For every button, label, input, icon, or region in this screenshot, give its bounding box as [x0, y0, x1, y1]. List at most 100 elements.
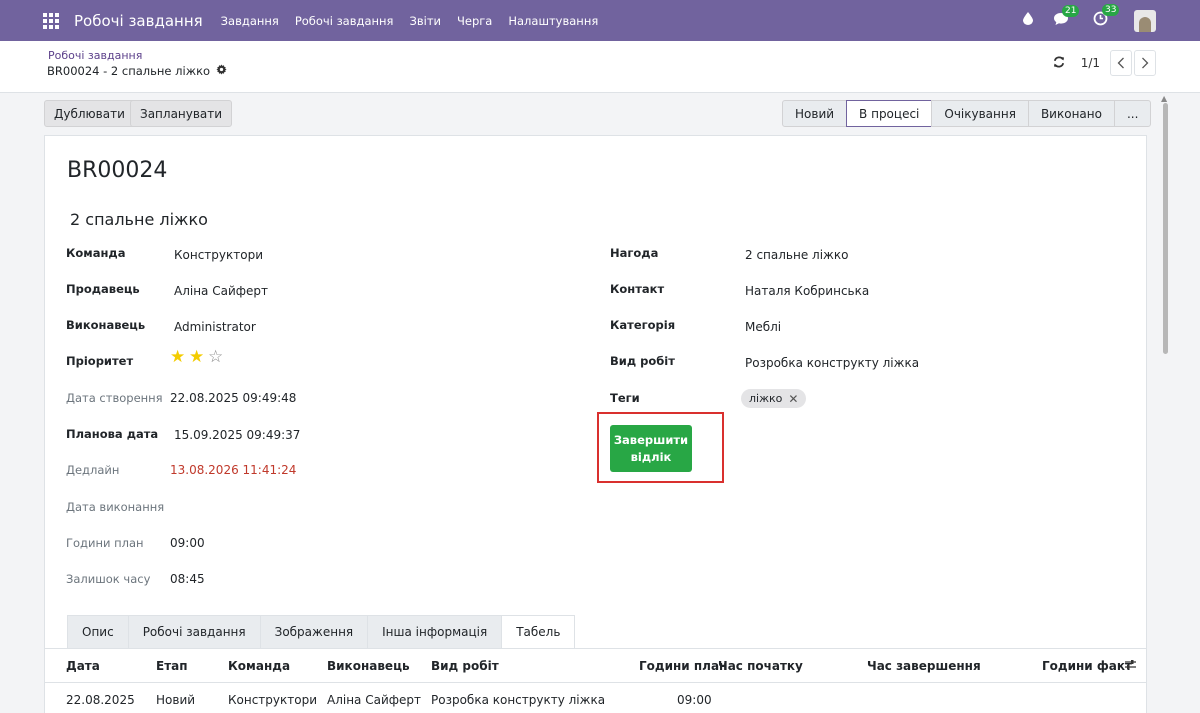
planned-hours-label: Години план [66, 536, 144, 550]
pager-previous-button[interactable] [1110, 50, 1132, 76]
tab-other-info[interactable]: Інша інформація [367, 615, 503, 649]
record-code: BR00024 [67, 158, 168, 183]
pager-value[interactable]: 1/1 [1081, 56, 1100, 70]
drop-icon[interactable] [1023, 12, 1033, 29]
menu-item-settings[interactable]: Налаштування [508, 14, 598, 28]
column-header-work-type[interactable]: Вид робіт [431, 659, 499, 673]
column-header-date[interactable]: Дата [66, 659, 100, 673]
breadcrumb-current: BR00024 - 2 спальне ліжко [47, 64, 227, 78]
tab-images[interactable]: Зображення [259, 615, 369, 649]
breadcrumb-parent[interactable]: Робочі завдання [48, 49, 142, 62]
contact-value[interactable]: Наталя Кобринська [745, 284, 869, 298]
pager-next-button[interactable] [1134, 50, 1156, 76]
navbar-systray: 21 33 [1023, 0, 1200, 41]
tabs-divider [45, 648, 1146, 649]
column-header-start-time[interactable]: Час початку [718, 659, 803, 673]
control-panel: Робочі завдання BR00024 - 2 спальне ліжк… [0, 41, 1200, 93]
table-cell-work-type[interactable]: Розробка конструкту ліжка [431, 693, 605, 707]
assignee-label: Виконавець [66, 318, 146, 332]
duplicate-button[interactable]: Дублювати [44, 100, 135, 127]
remaining-time-value: 08:45 [170, 572, 205, 586]
refresh-icon[interactable] [1053, 56, 1065, 71]
column-settings-icon[interactable] [1124, 658, 1137, 674]
table-cell-date[interactable]: 22.08.2025 [66, 693, 135, 707]
activity-badge: 33 [1102, 4, 1120, 16]
gear-icon[interactable] [216, 64, 227, 78]
priority-star-2-icon[interactable]: ★ [189, 347, 204, 367]
priority-star-1-icon[interactable]: ★ [170, 347, 185, 367]
action-bar: Дублювати Запланувати Новий В процесі Оч… [0, 94, 1160, 134]
activity-clock-icon[interactable]: 33 [1093, 4, 1120, 30]
table-cell-assignee[interactable]: Аліна Сайферт [327, 693, 421, 707]
chat-icon[interactable]: 21 [1053, 4, 1080, 30]
created-date-value: 22.08.2025 09:49:48 [170, 391, 297, 405]
remaining-time-label: Залишок часу [66, 572, 151, 586]
table-cell-stage[interactable]: Новий [156, 693, 195, 707]
table-cell-planned-hours[interactable]: 09:00 [677, 693, 712, 707]
breadcrumb-current-label: BR00024 - 2 спальне ліжко [47, 64, 211, 78]
team-label: Команда [66, 246, 126, 260]
pager: 1/1 [1053, 50, 1156, 76]
stage-more[interactable]: ... [1113, 100, 1152, 127]
table-header-divider [45, 682, 1146, 683]
main-menu: Завдання Робочі завдання Звіти Черга Нал… [221, 14, 615, 28]
tab-work-tasks[interactable]: Робочі завдання [127, 615, 261, 649]
category-label: Категорія [610, 318, 676, 332]
work-type-value[interactable]: Розробка конструкту ліжка [745, 356, 919, 370]
top-navbar: Робочі завдання Завдання Робочі завдання… [0, 0, 1200, 41]
column-header-end-time[interactable]: Час завершення [867, 659, 981, 673]
category-value[interactable]: Меблі [745, 320, 781, 334]
menu-item-queue[interactable]: Черга [457, 14, 492, 28]
stage-new[interactable]: Новий [782, 100, 848, 127]
chevron-left-icon [1117, 57, 1124, 69]
salesperson-value[interactable]: Аліна Сайферт [174, 284, 268, 298]
completion-date-label: Дата виконання [66, 500, 165, 514]
finish-timer-button[interactable]: Завершити відлік [610, 425, 692, 472]
tab-description[interactable]: Опис [67, 615, 129, 649]
schedule-button[interactable]: Запланувати [130, 100, 233, 127]
stage-in-progress[interactable]: В процесі [846, 100, 933, 127]
tag-bed: ліжко ✕ [741, 389, 807, 408]
team-value[interactable]: Конструктори [174, 248, 263, 262]
scrollbar-thumb[interactable] [1163, 103, 1168, 354]
column-header-assignee[interactable]: Виконавець [327, 659, 410, 673]
page-scrollbar[interactable]: ▲ [1160, 94, 1170, 713]
priority-star-3-icon[interactable]: ☆ [208, 347, 223, 367]
form-sheet: BR00024 2 спальне ліжко Команда Конструк… [44, 135, 1147, 713]
deadline-value: 13.08.2026 11:41:24 [170, 463, 297, 477]
column-header-planned-hours[interactable]: Години план [639, 659, 727, 673]
opportunity-label: Нагода [610, 246, 659, 260]
chat-badge: 21 [1062, 4, 1080, 17]
close-icon[interactable]: ✕ [788, 392, 798, 406]
table-cell-team[interactable]: Конструктори [228, 693, 317, 707]
planned-date-label: Планова дата [66, 427, 159, 441]
salesperson-label: Продавець [66, 282, 140, 296]
scroll-up-icon[interactable]: ▲ [1161, 94, 1167, 103]
record-title[interactable]: 2 спальне ліжко [70, 210, 208, 229]
tag-label: ліжко [749, 392, 783, 405]
stage-done[interactable]: Виконано [1027, 100, 1115, 127]
planned-date-value[interactable]: 15.09.2025 09:49:37 [174, 428, 300, 442]
user-avatar[interactable] [1134, 9, 1156, 32]
planned-hours-value: 09:00 [170, 536, 205, 550]
apps-menu-icon[interactable] [43, 12, 59, 29]
stage-statusbar: Новий В процесі Очікування Виконано ... [782, 100, 1152, 127]
opportunity-value[interactable]: 2 спальне ліжко [745, 248, 848, 262]
notebook-tabs: Опис Робочі завдання Зображення Інша інф… [67, 615, 576, 649]
column-header-actual-hours[interactable]: Години факт [1042, 659, 1132, 673]
deadline-label: Дедлайн [66, 463, 120, 477]
column-header-stage[interactable]: Етап [156, 659, 188, 673]
column-header-team[interactable]: Команда [228, 659, 290, 673]
chevron-right-icon [1142, 57, 1149, 69]
stage-waiting[interactable]: Очікування [931, 100, 1029, 127]
tab-timesheet[interactable]: Табель [501, 615, 576, 649]
menu-item-tasks[interactable]: Завдання [221, 14, 279, 28]
priority-label: Пріоритет [66, 354, 134, 368]
created-date-label: Дата створення [66, 391, 163, 405]
app-name[interactable]: Робочі завдання [74, 12, 203, 30]
contact-label: Контакт [610, 282, 665, 296]
assignee-value[interactable]: Administrator [174, 320, 256, 334]
menu-item-reports[interactable]: Звіти [409, 14, 441, 28]
menu-item-work-tasks[interactable]: Робочі завдання [295, 14, 394, 28]
tags-label: Теги [610, 391, 640, 405]
